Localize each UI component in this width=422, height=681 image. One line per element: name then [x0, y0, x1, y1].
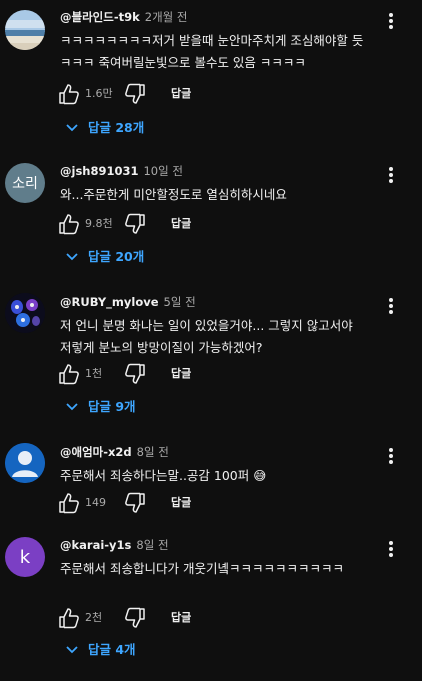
like-button[interactable]: [58, 606, 80, 630]
comment-actions: 2천 답글: [58, 606, 378, 630]
beach-photo-icon: [5, 10, 45, 50]
replies-label: 답글 20개: [88, 249, 145, 264]
comment-item: @애엄마-x2d 8일 전 주문해서 죄송하다는말..공감 100퍼 😅 149 …: [0, 441, 422, 521]
more-vert-icon: [389, 13, 393, 29]
comment-item: @블라인드-t9k 2개월 전 ㅋㅋㅋㅋㅋㅋㅋㅋ저거 받을때 눈안마주치게 조심해…: [0, 6, 422, 136]
comment-actions: 1천 답글: [58, 362, 378, 386]
view-replies-button[interactable]: 답글 28개: [64, 116, 144, 140]
reply-button[interactable]: 답글: [171, 606, 191, 630]
avatar[interactable]: 소리: [5, 163, 45, 203]
comment-text: ㅋㅋㅋㅋㅋㅋㅋㅋ저거 받을때 눈안마주치게 조심해야할 듯 ㅋㅋㅋ 죽여버릴눈빛…: [60, 33, 364, 70]
comment-header: @RUBY_mylove 5일 전: [60, 291, 196, 313]
chevron-down-icon: [64, 245, 80, 269]
more-vert-icon: [389, 298, 393, 314]
avatar[interactable]: [5, 10, 45, 50]
comment-header: @jsh891031 10일 전: [60, 160, 183, 182]
thumbs-down-icon: [125, 492, 145, 513]
more-actions-button[interactable]: [383, 164, 399, 186]
thumbs-up-icon: [59, 214, 79, 235]
dislike-button[interactable]: [124, 212, 146, 236]
dislike-button[interactable]: [124, 606, 146, 630]
comment-time[interactable]: 8일 전: [137, 445, 169, 459]
comment-text: 주문해서 죄송합니다가 개웃기녴ㅋㅋㅋㅋㅋㅋㅋㅋㅋㅋ: [60, 561, 344, 576]
comment-time[interactable]: 8일 전: [136, 538, 168, 552]
like-button[interactable]: [58, 362, 80, 386]
like-button[interactable]: [58, 212, 80, 236]
comment-actions: 1.6만 답글: [58, 82, 378, 106]
art-photo-icon: [5, 293, 45, 333]
view-replies-button[interactable]: 답글 20개: [64, 245, 144, 269]
more-vert-icon: [389, 448, 393, 464]
more-vert-icon: [389, 541, 393, 557]
comment-author[interactable]: @애엄마-x2d: [60, 445, 132, 459]
comment-author[interactable]: @RUBY_mylove: [60, 295, 159, 309]
like-count: 9.8천: [85, 217, 113, 230]
reply-button[interactable]: 답글: [171, 491, 191, 515]
comment-author[interactable]: @karai-y1s: [60, 538, 131, 552]
comment-item: 소리 @jsh891031 10일 전 와...주문한게 미안할정도로 열심히하시…: [0, 160, 422, 270]
comment-text: 저 언니 분명 화나는 일이 있었을거야... 그렇지 않고서야 저렇게 분노의…: [60, 318, 353, 355]
chevron-down-icon: [64, 116, 80, 140]
like-count: 2천: [85, 611, 103, 624]
avatar[interactable]: [5, 293, 45, 333]
like-button[interactable]: [58, 82, 80, 106]
avatar-initials: 소리: [12, 176, 38, 192]
like-count: 149: [85, 496, 106, 509]
more-actions-button[interactable]: [383, 538, 399, 560]
comment-item: k @karai-y1s 8일 전 주문해서 죄송합니다가 개웃기녴ㅋㅋㅋㅋㅋㅋㅋ…: [0, 534, 422, 664]
dislike-button[interactable]: [124, 491, 146, 515]
comment-author[interactable]: @블라인드-t9k: [60, 10, 140, 24]
reply-button[interactable]: 답글: [171, 362, 191, 386]
replies-label: 답글 28개: [88, 120, 145, 135]
comment-item: @RUBY_mylove 5일 전 저 언니 분명 화나는 일이 있었을거야...…: [0, 291, 422, 421]
comment-text: 주문해서 죄송하다는말..공감 100퍼 😅: [60, 468, 267, 483]
reply-button[interactable]: 답글: [171, 212, 191, 236]
thumbs-up-icon: [59, 608, 79, 629]
comment-text: 와...주문한게 미안할정도로 열심히하시네요: [60, 187, 287, 202]
avatar[interactable]: k: [5, 537, 45, 577]
thumbs-up-icon: [59, 364, 79, 385]
like-count: 1천: [85, 367, 103, 380]
chevron-down-icon: [64, 395, 80, 419]
avatar-initials: k: [19, 546, 31, 568]
like-button[interactable]: [58, 491, 80, 515]
view-replies-button[interactable]: 답글 9개: [64, 395, 136, 419]
thumbs-down-icon: [125, 363, 145, 384]
comment-author[interactable]: @jsh891031: [60, 164, 138, 178]
comment-header: @karai-y1s 8일 전: [60, 534, 169, 556]
comment-actions: 149 답글: [58, 491, 378, 515]
thumbs-down-icon: [125, 83, 145, 104]
replies-label: 답글 4개: [88, 642, 136, 657]
more-actions-button[interactable]: [383, 445, 399, 467]
thumbs-up-icon: [59, 493, 79, 514]
comment-header: @애엄마-x2d 8일 전: [60, 441, 169, 463]
default-user-icon: [5, 443, 45, 483]
comment-header: @블라인드-t9k 2개월 전: [60, 6, 187, 28]
like-count: 1.6만: [85, 87, 113, 100]
replies-label: 답글 9개: [88, 399, 136, 414]
dislike-button[interactable]: [124, 362, 146, 386]
thumbs-down-icon: [125, 213, 145, 234]
comment-time[interactable]: 5일 전: [164, 295, 196, 309]
comment-time[interactable]: 2개월 전: [145, 10, 188, 24]
dislike-button[interactable]: [124, 82, 146, 106]
more-actions-button[interactable]: [383, 295, 399, 317]
view-replies-button[interactable]: 답글 4개: [64, 638, 136, 662]
more-actions-button[interactable]: [383, 10, 399, 32]
thumbs-up-icon: [59, 84, 79, 105]
reply-button[interactable]: 답글: [171, 82, 191, 106]
more-vert-icon: [389, 167, 393, 183]
thumbs-down-icon: [125, 607, 145, 628]
comment-actions: 9.8천 답글: [58, 212, 378, 236]
comment-time[interactable]: 10일 전: [143, 164, 182, 178]
chevron-down-icon: [64, 638, 80, 662]
avatar[interactable]: [5, 443, 45, 483]
